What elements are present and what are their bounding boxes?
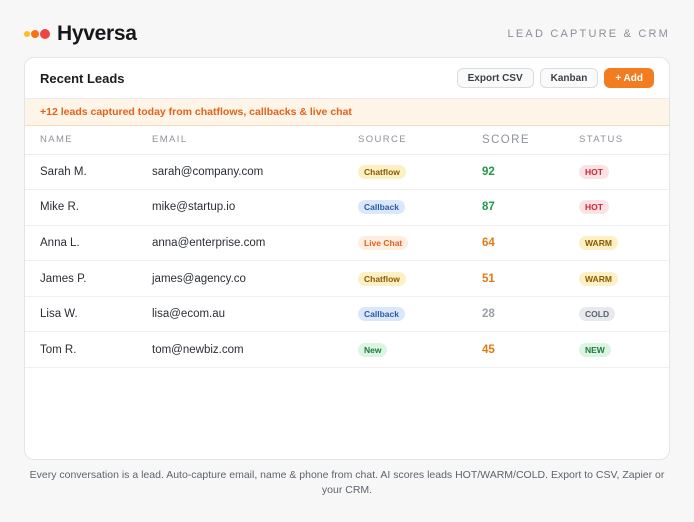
lead-name: James P.: [25, 260, 152, 297]
table-row[interactable]: James P. james@agency.co Chatflow 51 WAR…: [25, 260, 669, 297]
brand-tagline: LEAD CAPTURE & CRM: [507, 28, 670, 40]
footer-caption: Every conversation is a lead. Auto-captu…: [29, 469, 665, 496]
leads-card: Recent Leads Export CSV Kanban + Add +12…: [24, 57, 670, 460]
lead-email: sarah@company.com: [152, 154, 358, 191]
source-badge: Callback: [358, 200, 405, 215]
table-header-row: NAME EMAIL SOURCE SCORE STATUS: [25, 126, 669, 155]
card-actions: Export CSV Kanban + Add: [456, 68, 654, 88]
export-csv-button[interactable]: Export CSV: [456, 68, 534, 88]
lead-score: 45: [482, 331, 579, 369]
table-row[interactable]: Lisa W. lisa@ecom.au Callback 28 COLD: [25, 296, 669, 333]
source-badge: Chatflow: [358, 164, 406, 179]
lead-score: 92: [482, 154, 579, 191]
lead-email: tom@newbiz.com: [152, 331, 358, 369]
lead-name: Lisa W.: [25, 296, 152, 333]
table-row[interactable]: Mike R. mike@startup.io Callback 87 HOT: [25, 189, 669, 226]
status-badge: COLD: [579, 307, 616, 322]
column-header-status[interactable]: STATUS: [579, 126, 669, 155]
lead-email: anna@enterprise.com: [152, 225, 358, 262]
status-badge: HOT: [579, 200, 609, 215]
status-badge: WARM: [579, 271, 618, 286]
source-badge: Live Chat: [358, 235, 409, 250]
table-row[interactable]: Sarah M. sarah@company.com Chatflow 92 H…: [25, 154, 669, 191]
source-badge: Callback: [358, 307, 405, 322]
table-row[interactable]: Anna L. anna@enterprise.com Live Chat 64…: [25, 225, 669, 262]
brand-logo[interactable]: Hyversa: [24, 22, 137, 46]
lead-name: Anna L.: [25, 225, 152, 262]
lead-name: Sarah M.: [25, 154, 152, 191]
source-badge: Chatflow: [358, 271, 406, 286]
column-header-name[interactable]: NAME: [25, 126, 152, 155]
lead-email: lisa@ecom.au: [152, 296, 358, 333]
status-badge: HOT: [579, 164, 609, 179]
card-title: Recent Leads: [40, 70, 125, 86]
status-badge: WARM: [579, 235, 618, 250]
leads-table: NAME EMAIL SOURCE SCORE STATUS Sarah M. …: [25, 126, 669, 369]
card-header: Recent Leads Export CSV Kanban + Add: [25, 58, 669, 99]
lead-score: 64: [482, 225, 579, 262]
column-header-score[interactable]: SCORE: [482, 126, 579, 155]
lead-score: 87: [482, 189, 579, 226]
source-badge: New: [358, 342, 388, 357]
add-lead-button[interactable]: + Add: [604, 68, 654, 88]
lead-name: Tom R.: [25, 331, 152, 369]
lead-email: james@agency.co: [152, 260, 358, 297]
lead-email: mike@startup.io: [152, 189, 358, 226]
brand-name: Hyversa: [57, 22, 137, 45]
lead-score: 51: [482, 260, 579, 297]
lead-name: Mike R.: [25, 189, 152, 226]
lead-score: 28: [482, 296, 579, 333]
logo-dots-icon: [24, 29, 50, 39]
leads-banner: +12 leads captured today from chatflows,…: [25, 99, 669, 126]
status-badge: NEW: [579, 342, 611, 357]
column-header-source[interactable]: SOURCE: [358, 126, 482, 155]
kanban-button[interactable]: Kanban: [539, 68, 599, 88]
column-header-email[interactable]: EMAIL: [152, 126, 358, 155]
table-row[interactable]: Tom R. tom@newbiz.com New 45 NEW: [25, 331, 669, 369]
top-bar: Hyversa LEAD CAPTURE & CRM: [24, 20, 670, 48]
